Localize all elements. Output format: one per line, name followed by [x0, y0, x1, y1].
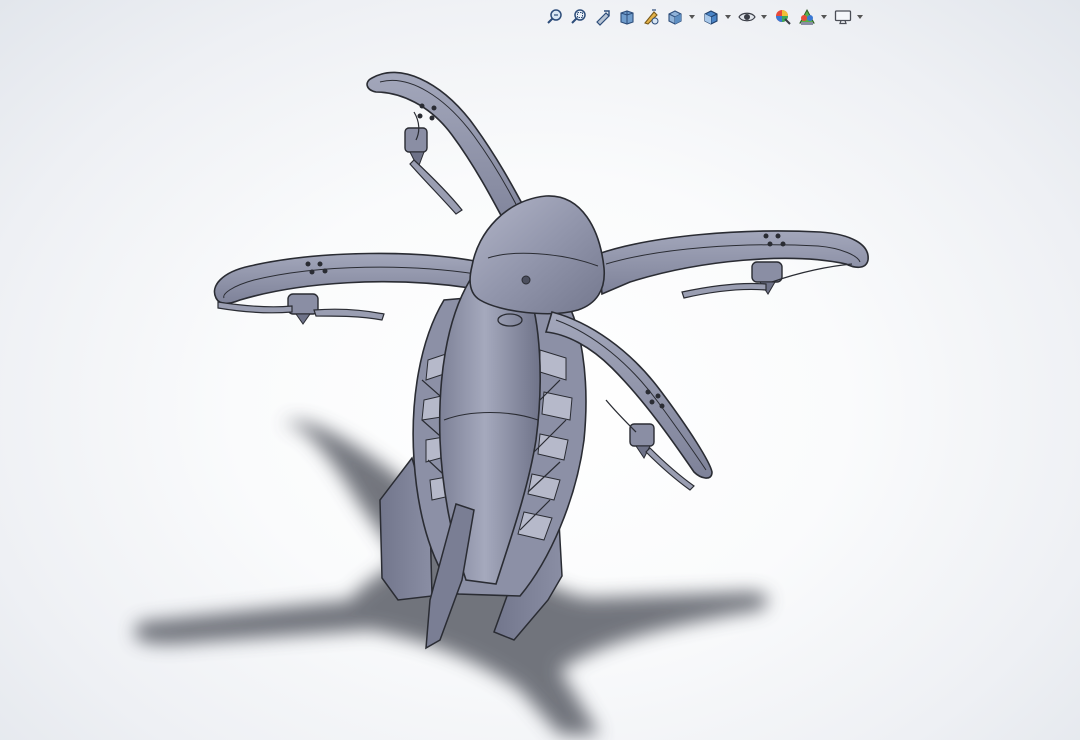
- section-view-icon[interactable]: [616, 6, 638, 28]
- apply-scene-dropdown-icon[interactable]: [820, 6, 827, 28]
- hide-show-items-icon[interactable]: [736, 6, 758, 28]
- graphics-viewport[interactable]: [0, 0, 1080, 740]
- view-settings-dropdown-icon[interactable]: [856, 6, 863, 28]
- view-orientation-dropdown-icon[interactable]: [688, 6, 695, 28]
- hide-show-items-dropdown-icon[interactable]: [760, 6, 767, 28]
- display-style-dropdown-icon[interactable]: [724, 6, 731, 28]
- display-style-icon[interactable]: [700, 6, 722, 28]
- zoom-to-fit-icon[interactable]: [544, 6, 566, 28]
- drone-3d-model[interactable]: [0, 0, 1080, 740]
- dynamic-annotation-icon[interactable]: [640, 6, 662, 28]
- previous-view-icon[interactable]: [592, 6, 614, 28]
- zoom-to-area-icon[interactable]: [568, 6, 590, 28]
- heads-up-view-toolbar: [544, 5, 866, 29]
- apply-scene-icon[interactable]: [796, 6, 818, 28]
- edit-appearance-icon[interactable]: [772, 6, 794, 28]
- view-settings-icon[interactable]: [832, 6, 854, 28]
- arm-front-right[interactable]: [597, 230, 869, 299]
- view-orientation-icon[interactable]: [664, 6, 686, 28]
